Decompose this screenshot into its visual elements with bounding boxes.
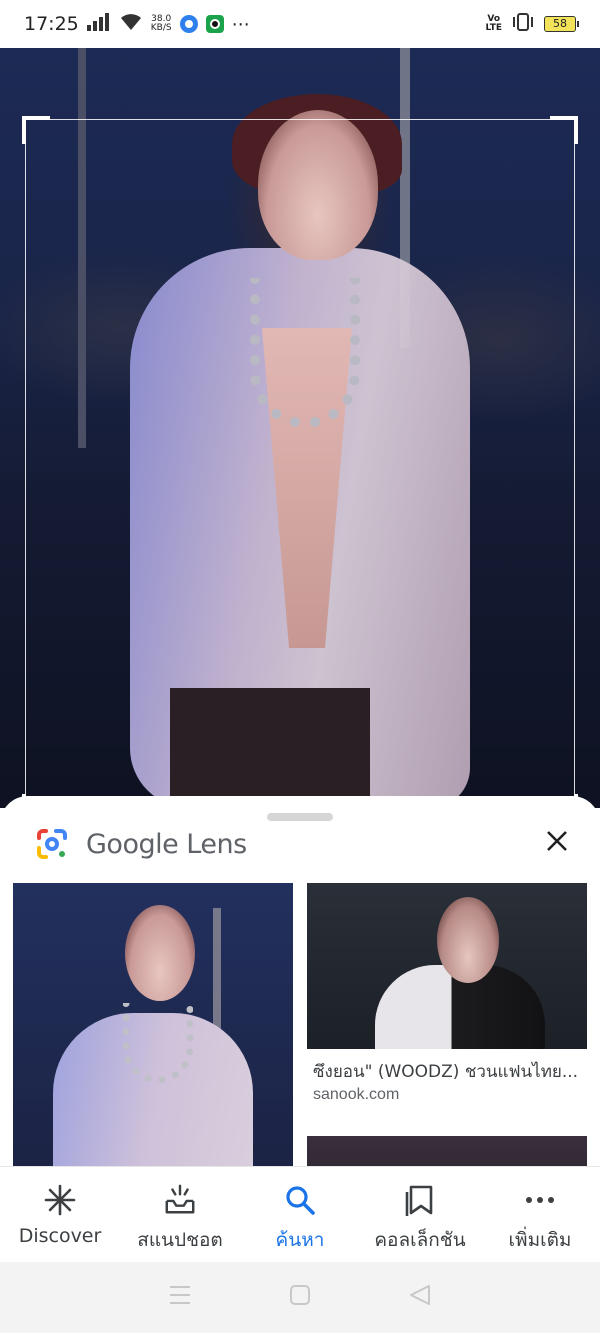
collections-bookmark-icon xyxy=(403,1183,437,1217)
nav-snapshot-label: สแนปชอต xyxy=(137,1229,223,1251)
menu-lines-icon[interactable] xyxy=(168,1284,192,1311)
lens-header: Google Lens xyxy=(36,824,247,864)
battery-indicator: 58 xyxy=(544,16,579,32)
lens-source-image[interactable] xyxy=(0,48,600,808)
system-navigation-bar xyxy=(0,1262,600,1333)
nav-search[interactable]: ค้นหา xyxy=(240,1167,360,1262)
google-lens-logo-icon xyxy=(36,828,68,860)
result-card-image[interactable] xyxy=(13,883,293,1176)
nav-more[interactable]: เพิ่มเติม xyxy=(480,1167,600,1262)
status-time: 17:25 xyxy=(24,13,79,35)
volte-indicator: Vo LTE xyxy=(485,15,502,33)
result-source[interactable]: sanook.com xyxy=(313,1086,399,1104)
more-dots-icon xyxy=(523,1183,557,1217)
signal-icon xyxy=(86,13,111,35)
results-bottom-sheet: Google Lens ซึงยอน" (WOODZ) ชวนแฟนไทย...… xyxy=(0,796,600,1176)
result-thumb-face xyxy=(437,897,499,983)
crop-handle-top-left[interactable] xyxy=(22,116,50,144)
result-card-image[interactable] xyxy=(307,883,587,1049)
home-square-icon[interactable] xyxy=(288,1283,312,1312)
crop-handle-top-right[interactable] xyxy=(550,116,578,144)
more-notifications-icon: ⋯ xyxy=(231,13,250,35)
nav-collections[interactable]: คอลเล็กชัน xyxy=(360,1167,480,1262)
crop-frame[interactable] xyxy=(25,119,575,808)
nav-search-label: ค้นหา xyxy=(275,1229,325,1251)
nav-discover-label: Discover xyxy=(18,1225,102,1247)
back-triangle-icon[interactable] xyxy=(408,1283,432,1312)
result-title[interactable]: ซึงยอน" (WOODZ) ชวนแฟนไทย... xyxy=(313,1058,583,1085)
nav-discover[interactable]: Discover xyxy=(0,1167,120,1262)
app-notification-icon xyxy=(179,15,198,33)
volte-bottom: LTE xyxy=(485,23,502,33)
wifi-icon xyxy=(119,12,143,36)
bottom-navigation: Discover สแนปชอต ค้นหา คอลเล็กชัน เพิ่มเ… xyxy=(0,1166,600,1262)
close-button[interactable] xyxy=(540,826,574,860)
result-thumb-face xyxy=(125,905,195,1001)
search-icon xyxy=(283,1183,317,1217)
lens-title: Google Lens xyxy=(86,828,247,860)
camera-app-notification-icon xyxy=(205,15,224,33)
network-speed-unit: KB/S xyxy=(150,23,172,33)
sheet-drag-handle[interactable] xyxy=(267,813,333,821)
nav-more-label: เพิ่มเติม xyxy=(508,1229,572,1251)
snapshot-tray-icon xyxy=(163,1183,197,1217)
nav-snapshot[interactable]: สแนปชอต xyxy=(120,1167,240,1262)
status-bar: 17:25 38.0 KB/S ⋯ Vo LTE 58 xyxy=(0,0,600,48)
network-speed: 38.0 KB/S xyxy=(151,15,172,33)
asterisk-icon xyxy=(43,1183,77,1217)
close-icon xyxy=(547,831,567,851)
result-thumb-chain xyxy=(123,1003,193,1083)
nav-collections-label: คอลเล็กชัน xyxy=(374,1229,466,1251)
vibrate-icon xyxy=(510,12,536,36)
